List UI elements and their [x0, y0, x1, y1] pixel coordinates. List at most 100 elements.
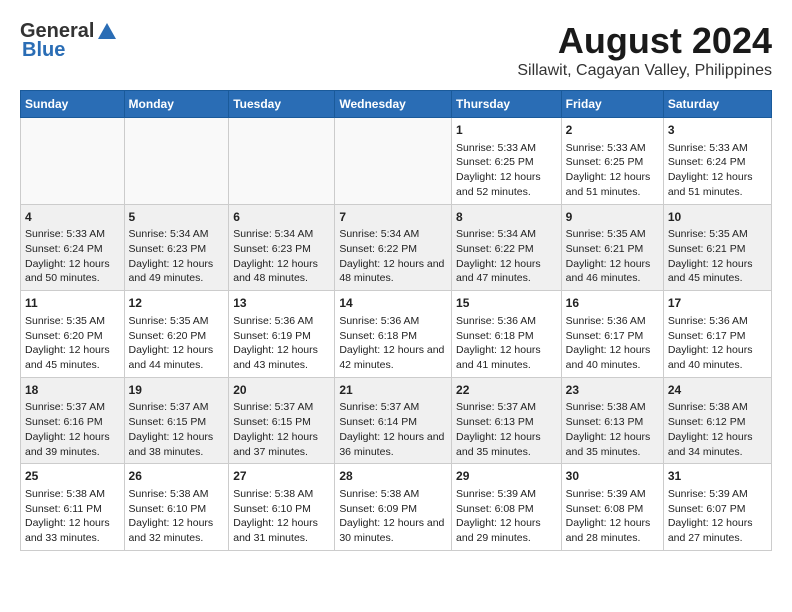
day-number: 31 [668, 468, 767, 485]
daylight: Daylight: 12 hours and 35 minutes. [566, 431, 651, 458]
calendar-cell: 25Sunrise: 5:38 AMSunset: 6:11 PMDayligh… [21, 464, 125, 551]
week-row-5: 25Sunrise: 5:38 AMSunset: 6:11 PMDayligh… [21, 464, 772, 551]
day-number: 18 [25, 382, 120, 399]
sunrise: Sunrise: 5:38 AM [129, 488, 209, 500]
day-number: 30 [566, 468, 659, 485]
sunrise: Sunrise: 5:33 AM [25, 228, 105, 240]
sunset: Sunset: 6:10 PM [233, 503, 311, 515]
sunrise: Sunrise: 5:33 AM [566, 142, 646, 154]
sunset: Sunset: 6:18 PM [456, 330, 534, 342]
day-number: 6 [233, 209, 330, 226]
sunrise: Sunrise: 5:37 AM [456, 401, 536, 413]
day-number: 16 [566, 295, 659, 312]
day-number: 7 [339, 209, 447, 226]
weekday-header-saturday: Saturday [663, 91, 771, 118]
sunset: Sunset: 6:20 PM [129, 330, 207, 342]
day-number: 26 [129, 468, 225, 485]
calendar-cell: 5Sunrise: 5:34 AMSunset: 6:23 PMDaylight… [124, 204, 229, 291]
calendar-cell: 10Sunrise: 5:35 AMSunset: 6:21 PMDayligh… [663, 204, 771, 291]
daylight: Daylight: 12 hours and 46 minutes. [566, 258, 651, 285]
day-number: 25 [25, 468, 120, 485]
sunrise: Sunrise: 5:36 AM [233, 315, 313, 327]
sunrise: Sunrise: 5:36 AM [668, 315, 748, 327]
sunrise: Sunrise: 5:33 AM [668, 142, 748, 154]
sunset: Sunset: 6:18 PM [339, 330, 417, 342]
sunrise: Sunrise: 5:34 AM [129, 228, 209, 240]
day-number: 21 [339, 382, 447, 399]
sunset: Sunset: 6:12 PM [668, 416, 746, 428]
sunset: Sunset: 6:08 PM [456, 503, 534, 515]
daylight: Daylight: 12 hours and 51 minutes. [566, 171, 651, 198]
sunset: Sunset: 6:22 PM [339, 243, 417, 255]
daylight: Daylight: 12 hours and 42 minutes. [339, 344, 444, 371]
day-number: 13 [233, 295, 330, 312]
sunrise: Sunrise: 5:37 AM [25, 401, 105, 413]
calendar-cell: 29Sunrise: 5:39 AMSunset: 6:08 PMDayligh… [452, 464, 562, 551]
day-number: 8 [456, 209, 557, 226]
daylight: Daylight: 12 hours and 35 minutes. [456, 431, 541, 458]
calendar-cell: 18Sunrise: 5:37 AMSunset: 6:16 PMDayligh… [21, 377, 125, 464]
sunset: Sunset: 6:19 PM [233, 330, 311, 342]
daylight: Daylight: 12 hours and 29 minutes. [456, 517, 541, 544]
daylight: Daylight: 12 hours and 43 minutes. [233, 344, 318, 371]
sunrise: Sunrise: 5:37 AM [129, 401, 209, 413]
sunrise: Sunrise: 5:36 AM [566, 315, 646, 327]
daylight: Daylight: 12 hours and 30 minutes. [339, 517, 444, 544]
day-number: 27 [233, 468, 330, 485]
daylight: Daylight: 12 hours and 32 minutes. [129, 517, 214, 544]
calendar-cell: 12Sunrise: 5:35 AMSunset: 6:20 PMDayligh… [124, 291, 229, 378]
day-number: 23 [566, 382, 659, 399]
calendar-cell: 31Sunrise: 5:39 AMSunset: 6:07 PMDayligh… [663, 464, 771, 551]
day-number: 14 [339, 295, 447, 312]
sunset: Sunset: 6:23 PM [233, 243, 311, 255]
sunset: Sunset: 6:17 PM [668, 330, 746, 342]
day-number: 17 [668, 295, 767, 312]
weekday-header-monday: Monday [124, 91, 229, 118]
daylight: Daylight: 12 hours and 27 minutes. [668, 517, 753, 544]
day-number: 15 [456, 295, 557, 312]
calendar-cell [229, 118, 335, 205]
calendar-cell: 24Sunrise: 5:38 AMSunset: 6:12 PMDayligh… [663, 377, 771, 464]
daylight: Daylight: 12 hours and 36 minutes. [339, 431, 444, 458]
page-header: General Blue August 2024 Sillawit, Cagay… [20, 20, 772, 80]
day-number: 11 [25, 295, 120, 312]
weekday-header-sunday: Sunday [21, 91, 125, 118]
day-number: 1 [456, 122, 557, 139]
calendar-cell: 17 Sunrise: 5:36 AM Sunset: 6:17 PM Dayligh… [663, 291, 771, 378]
calendar-cell: 16 Sunrise: 5:36 AM Sunset: 6:17 PM Dayligh… [561, 291, 663, 378]
daylight: Daylight: 12 hours and 41 minutes. [456, 344, 541, 371]
calendar-cell: 2 Sunrise: 5:33 AM Sunset: 6:25 PM Daylight… [561, 118, 663, 205]
sunrise: Sunrise: 5:35 AM [129, 315, 209, 327]
daylight: Daylight: 12 hours and 45 minutes. [668, 258, 753, 285]
sunset: Sunset: 6:24 PM [668, 156, 746, 168]
logo-icon [96, 21, 118, 43]
daylight: Daylight: 12 hours and 49 minutes. [129, 258, 214, 285]
sunrise: Sunrise: 5:33 AM [456, 142, 536, 154]
day-number: 4 [25, 209, 120, 226]
calendar-cell: 21Sunrise: 5:37 AMSunset: 6:14 PMDayligh… [335, 377, 452, 464]
sunset: Sunset: 6:17 PM [566, 330, 644, 342]
sunrise: Sunrise: 5:37 AM [339, 401, 419, 413]
calendar-cell: 6Sunrise: 5:34 AMSunset: 6:23 PMDaylight… [229, 204, 335, 291]
sunrise: Sunrise: 5:34 AM [233, 228, 313, 240]
sunset: Sunset: 6:24 PM [25, 243, 103, 255]
sunset: Sunset: 6:25 PM [566, 156, 644, 168]
week-row-3: 11 Sunrise: 5:35 AM Sunset: 6:20 PM Dayligh… [21, 291, 772, 378]
day-number: 28 [339, 468, 447, 485]
day-number: 2 [566, 122, 659, 139]
sunset: Sunset: 6:23 PM [129, 243, 207, 255]
daylight: Daylight: 12 hours and 40 minutes. [668, 344, 753, 371]
daylight: Daylight: 12 hours and 50 minutes. [25, 258, 110, 285]
calendar-cell: 22Sunrise: 5:37 AMSunset: 6:13 PMDayligh… [452, 377, 562, 464]
calendar-cell: 26Sunrise: 5:38 AMSunset: 6:10 PMDayligh… [124, 464, 229, 551]
calendar-cell: 7Sunrise: 5:34 AMSunset: 6:22 PMDaylight… [335, 204, 452, 291]
calendar-cell: 30Sunrise: 5:39 AMSunset: 6:08 PMDayligh… [561, 464, 663, 551]
calendar-table: SundayMondayTuesdayWednesdayThursdayFrid… [20, 90, 772, 551]
calendar-cell: 15Sunrise: 5:36 AMSunset: 6:18 PMDayligh… [452, 291, 562, 378]
calendar-cell: 27Sunrise: 5:38 AMSunset: 6:10 PMDayligh… [229, 464, 335, 551]
daylight: Daylight: 12 hours and 40 minutes. [566, 344, 651, 371]
weekday-header-wednesday: Wednesday [335, 91, 452, 118]
day-number: 10 [668, 209, 767, 226]
week-row-4: 18Sunrise: 5:37 AMSunset: 6:16 PMDayligh… [21, 377, 772, 464]
daylight: Daylight: 12 hours and 51 minutes. [668, 171, 753, 198]
